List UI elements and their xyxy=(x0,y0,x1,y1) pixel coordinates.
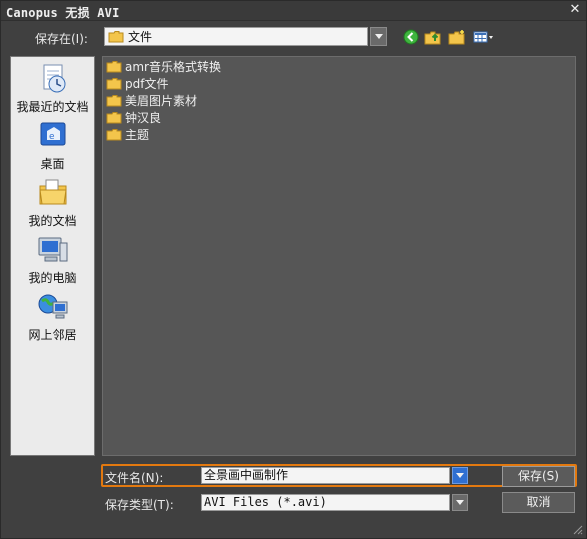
list-item[interactable]: 美眉图片素材 xyxy=(106,92,197,108)
file-name: amr音乐格式转换 xyxy=(125,59,221,74)
file-list[interactable]: amr音乐格式转换 pdf文件 美眉图片素材 钟汉良 主题 xyxy=(102,56,576,456)
folder-icon xyxy=(106,94,122,106)
save-in-value: 文件 xyxy=(128,30,153,44)
chevron-down-icon xyxy=(456,473,464,478)
cancel-button[interactable]: 取消 xyxy=(502,492,575,513)
back-arrow-icon xyxy=(403,29,419,45)
filename-dropdown-button[interactable] xyxy=(452,467,468,484)
place-label: 我最近的文档 xyxy=(16,100,89,114)
save-in-combo[interactable]: 文件 xyxy=(104,27,368,46)
title-bar[interactable]: Canopus 无损 AVI ✕ xyxy=(1,1,586,21)
filetype-select[interactable]: AVI Files (*.avi) xyxy=(201,494,450,511)
filename-input[interactable]: 全景画中画制作 xyxy=(201,467,450,484)
place-my-documents[interactable]: 我的文档 xyxy=(11,176,94,229)
back-button[interactable] xyxy=(402,29,420,45)
filetype-label: 保存类型(T): xyxy=(105,498,174,512)
list-item[interactable]: 钟汉良 xyxy=(106,109,161,125)
place-label: 我的文档 xyxy=(28,214,77,228)
place-recent-documents[interactable]: 我最近的文档 xyxy=(11,62,94,115)
view-menu-button[interactable] xyxy=(473,29,495,45)
recent-documents-icon xyxy=(43,64,65,93)
file-name: 主题 xyxy=(125,127,150,142)
place-label: 网上邻居 xyxy=(28,328,77,342)
save-in-dropdown-button[interactable] xyxy=(370,27,387,46)
resize-grip-icon[interactable] xyxy=(571,523,583,535)
place-desktop[interactable]: e 桌面 xyxy=(11,119,94,172)
list-item[interactable]: amr音乐格式转换 xyxy=(106,58,221,74)
filename-label: 文件名(N): xyxy=(105,471,164,485)
chevron-down-icon xyxy=(374,34,383,39)
new-folder-button[interactable] xyxy=(448,29,466,45)
place-my-computer[interactable]: 我的电脑 xyxy=(11,233,94,286)
up-one-level-button[interactable] xyxy=(424,29,442,45)
folder-icon xyxy=(108,31,124,43)
folder-icon xyxy=(106,60,122,72)
list-item[interactable]: pdf文件 xyxy=(106,75,168,91)
list-item[interactable]: 主题 xyxy=(106,126,149,142)
save-dialog: Canopus 无损 AVI ✕ 保存在(I): 文件 我最近的文档 e 桌面 … xyxy=(0,0,587,539)
svg-text:e: e xyxy=(49,132,55,142)
place-label: 桌面 xyxy=(40,157,65,171)
folder-icon xyxy=(106,111,122,123)
chevron-down-icon xyxy=(456,500,464,505)
my-computer-icon xyxy=(38,237,67,262)
places-bar: 我最近的文档 e 桌面 我的文档 我的电脑 网上邻居 xyxy=(10,56,95,456)
place-network[interactable]: 网上邻居 xyxy=(11,290,94,343)
file-name: 钟汉良 xyxy=(125,110,162,125)
view-menu-icon xyxy=(473,31,493,43)
new-folder-icon xyxy=(448,30,465,45)
network-places-icon xyxy=(38,294,67,319)
window-title: Canopus 无损 AVI xyxy=(6,6,120,20)
file-name: pdf文件 xyxy=(125,76,169,91)
place-label: 我的电脑 xyxy=(28,271,77,285)
close-button[interactable]: ✕ xyxy=(567,3,583,18)
up-folder-icon xyxy=(424,31,441,45)
save-button[interactable]: 保存(S) xyxy=(502,466,575,487)
filetype-dropdown-button[interactable] xyxy=(452,494,468,511)
desktop-icon: e xyxy=(40,122,65,146)
my-documents-icon xyxy=(38,179,67,205)
save-in-label: 保存在(I): xyxy=(35,32,88,46)
file-name: 美眉图片素材 xyxy=(125,93,198,108)
folder-icon xyxy=(106,128,122,140)
folder-icon xyxy=(106,77,122,89)
